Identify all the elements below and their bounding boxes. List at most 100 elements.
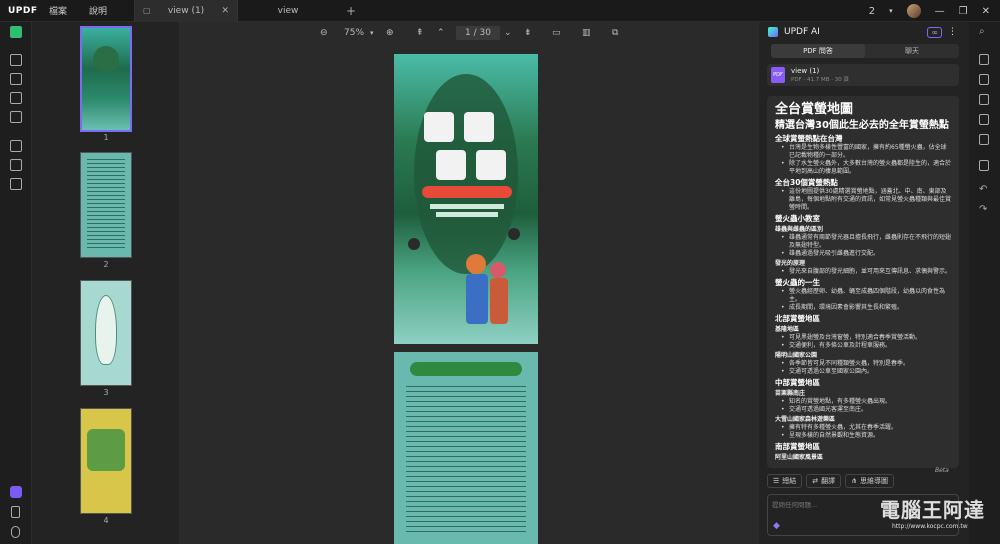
tab-view-1[interactable]: ▢ view (1) ✕	[134, 0, 239, 22]
app-logo: UPDF	[8, 5, 38, 16]
comment-icon[interactable]	[10, 54, 22, 66]
search-icon[interactable]: ⌕	[979, 26, 985, 37]
tab-pdf-qa[interactable]: PDF 問答	[771, 44, 865, 58]
share-icon[interactable]	[979, 114, 989, 125]
summary-bullet: 發光來自腹部的發光細胞，並可用來互傳訊息、求偶與警示。	[775, 268, 951, 276]
thumbnail-number: 1	[103, 133, 109, 142]
mindmap-button[interactable]: ⋔ 思維導圖	[845, 474, 895, 488]
thumb-title-art	[93, 46, 119, 72]
prev-page-icon[interactable]: ⌃	[437, 28, 445, 38]
layers-icon[interactable]	[10, 178, 22, 190]
watermark: 電腦王阿達 http://www.kocpc.com.tw	[880, 494, 985, 530]
zoom-in-icon[interactable]: ⊕	[386, 28, 394, 38]
undo-icon[interactable]: ↶	[979, 184, 987, 195]
zoom-level[interactable]: 75%	[344, 28, 364, 38]
attachment-icon[interactable]	[11, 526, 20, 538]
organize-icon[interactable]	[10, 140, 22, 152]
thumbnail-number: 3	[103, 388, 109, 397]
document-icon: ▢	[143, 6, 151, 15]
summarize-button[interactable]: ☰ 總結	[767, 474, 803, 488]
list-icon: ☰	[773, 477, 780, 485]
export-icon[interactable]	[979, 74, 989, 85]
thumbnail-page-1[interactable]	[80, 26, 132, 132]
page-input[interactable]: 1 / 30	[456, 26, 500, 40]
form-icon[interactable]	[10, 92, 22, 104]
crop-icon[interactable]	[10, 159, 22, 171]
summary-section: 南部賞螢地區	[775, 442, 820, 451]
summary-title: 全台賞螢地圖	[775, 102, 854, 117]
tab-label: view	[277, 5, 299, 16]
protect-icon[interactable]	[979, 94, 989, 105]
summary-bullet: 雄蟲通過發光吸引雌蟲進行交配。	[775, 250, 951, 258]
title-bar: UPDF 檔案 說明 ▢ view (1) ✕ view + 2 ▾ — ❐ ✕	[0, 0, 1000, 22]
tab-chat[interactable]: 聊天	[865, 44, 959, 58]
summary-bullet: 可見黑翅螢及台灣窗螢，特別適合春季賞螢活動。	[775, 334, 951, 342]
ai-summary-message: 全台賞螢地圖 精選台灣30個此生必去的全年賞螢熱點 全球賞螢熱點在台灣 台灣是生…	[767, 96, 959, 468]
ai-title: UPDF AI	[784, 27, 820, 37]
mail-icon[interactable]	[979, 134, 989, 145]
window-controls: 2 ▾ — ❐ ✕	[869, 0, 1000, 22]
prompt-icon[interactable]: ◆	[773, 521, 780, 531]
summary-subsection: 苗栗縣南庄	[775, 390, 806, 397]
redo-icon[interactable]: ↷	[979, 204, 987, 215]
scroll-mode-icon[interactable]: ⧉	[612, 28, 618, 38]
first-page-icon[interactable]: ⇞	[416, 28, 424, 38]
new-tab-button[interactable]: +	[338, 0, 364, 22]
bookmark-icon[interactable]	[11, 506, 20, 518]
thumbnail-page-4[interactable]	[80, 408, 132, 514]
attached-file-card[interactable]: PDF view (1) PDF · 41.7 MB · 30 頁	[767, 64, 959, 86]
summary-bullet: 各季節皆可見不同種類螢火蟲，特別是春季。	[775, 360, 951, 368]
ai-icon[interactable]	[10, 486, 22, 498]
summary-subsection: 雄蟲與雌蟲的區別	[775, 226, 824, 233]
ai-input-placeholder: 提問任何問題...	[772, 501, 818, 509]
chevron-down-icon[interactable]: ▾	[889, 7, 893, 15]
cover-illustration	[408, 74, 520, 324]
thumbnail-panel: 1 2 3 4	[32, 22, 180, 544]
thumbnail-number: 2	[103, 260, 109, 269]
menu-help[interactable]: 說明	[78, 4, 118, 17]
left-toolbar	[0, 22, 32, 544]
close-icon[interactable]: ✕	[221, 6, 229, 16]
ocr-icon[interactable]	[10, 111, 22, 123]
reader-icon[interactable]	[10, 26, 22, 38]
summary-section: 全台30個賞螢熱點	[775, 178, 838, 187]
file-meta: PDF · 41.7 MB · 30 頁	[791, 77, 849, 83]
last-page-icon[interactable]: ⇟	[524, 28, 532, 38]
zoom-out-icon[interactable]: ⊖	[320, 28, 328, 38]
summary-subsection: 大雪山國家森林遊樂區	[775, 416, 836, 423]
summary-subsection: 發光的原理	[775, 260, 806, 267]
edit-icon[interactable]	[10, 73, 22, 85]
summary-subsection: 陽明山國家公園	[775, 352, 818, 359]
window-count[interactable]: 2	[869, 6, 875, 17]
tab-label: view (1)	[167, 5, 205, 16]
translate-button[interactable]: ⇄ 翻譯	[806, 474, 842, 488]
summary-section: 全球賞螢熱點在台灣	[775, 134, 843, 143]
page-layout-icon[interactable]: ▥	[582, 28, 591, 38]
convert-icon[interactable]	[979, 54, 989, 65]
menu-file[interactable]: 檔案	[38, 4, 78, 17]
more-icon[interactable]: ⋮	[948, 27, 957, 37]
summary-bullet: 台灣是生物多樣性豐富的國家，擁有約65種螢火蟲，佔全球已記載物種的一部分。	[775, 144, 951, 160]
thumbnail-page-2[interactable]	[80, 152, 132, 258]
restore-icon[interactable]: ❐	[959, 6, 968, 17]
chevron-down-icon[interactable]: ▾	[370, 29, 374, 37]
summary-bullet: 成長期間，環境因素會影響其生長和繁殖。	[775, 304, 951, 312]
minimize-icon[interactable]: —	[935, 6, 945, 17]
document-viewer[interactable]: ⊖ 75% ▾ ⊕ ⇞ ⌃ 1 / 30 ⌄ ⇟ ▭ ▥ ⧉	[180, 22, 758, 544]
summary-subsection: 阿里山國家風景區	[775, 454, 824, 461]
summary-bullet: 雄蟲通常有兩節發光器且擅長飛行，雌蟲則存在不飛行的短翅及無翅特型。	[775, 234, 951, 250]
save-icon[interactable]	[979, 160, 989, 171]
tab-view[interactable]: view	[238, 0, 338, 22]
window-close-icon[interactable]: ✕	[982, 6, 990, 17]
avatar[interactable]	[906, 4, 921, 18]
ai-mode-tabs: PDF 問答 聊天	[771, 44, 959, 58]
summary-section: 螢火蟲的一生	[775, 278, 820, 287]
summary-subsection: 基隆地區	[775, 326, 800, 333]
history-icon[interactable]: ∞	[927, 26, 942, 38]
pdf-page-1	[394, 54, 538, 344]
next-page-icon[interactable]: ⌄	[504, 28, 512, 38]
thumbnail-page-3[interactable]	[80, 280, 132, 386]
page-2-heading-banner	[410, 362, 522, 376]
presentation-icon[interactable]: ▭	[552, 28, 561, 38]
translate-icon: ⇄	[812, 477, 819, 485]
